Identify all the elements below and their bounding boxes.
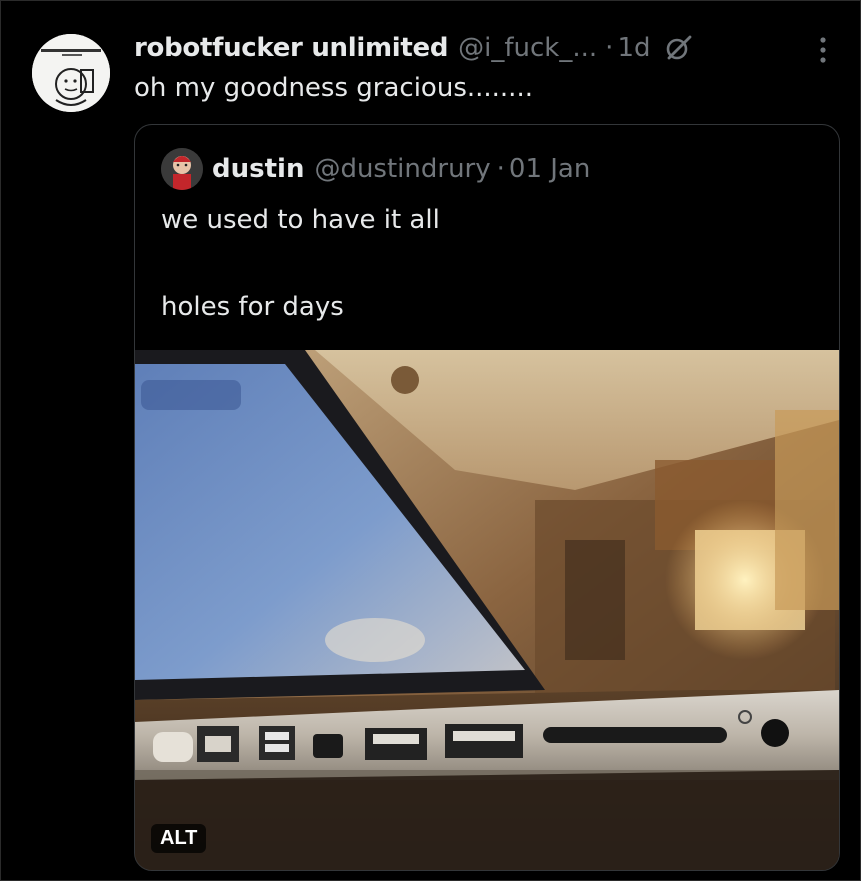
quoted-author-avatar[interactable] bbox=[161, 148, 203, 190]
author-avatar[interactable] bbox=[32, 34, 110, 112]
profile-photo-icon bbox=[161, 148, 203, 190]
author-handle[interactable]: @i_fuck_... bbox=[458, 33, 597, 63]
grok-icon[interactable] bbox=[664, 33, 694, 63]
separator-dot: · bbox=[496, 154, 505, 184]
post-timestamp[interactable]: 1d bbox=[617, 33, 650, 63]
quoted-author-display-name[interactable]: dustin bbox=[212, 154, 304, 184]
post-text: oh my goodness gracious........ bbox=[134, 73, 533, 103]
quoted-post-card[interactable]: dustin @dustindrury · 01 Jan we used to … bbox=[134, 124, 840, 871]
quoted-post-text-line-2: holes for days bbox=[161, 292, 344, 322]
post-header: robotfucker unlimited @i_fuck_... · 1d bbox=[134, 28, 694, 68]
quoted-post-text-line-1: we used to have it all bbox=[161, 205, 440, 235]
quoted-post-media[interactable]: ALT bbox=[135, 350, 839, 870]
tweet-frame: robotfucker unlimited @i_fuck_... · 1d o… bbox=[0, 0, 861, 881]
quoted-post-timestamp[interactable]: 01 Jan bbox=[509, 154, 590, 184]
more-options-icon[interactable] bbox=[813, 34, 833, 68]
separator-dot: · bbox=[605, 33, 614, 63]
quoted-author-handle[interactable]: @dustindrury bbox=[314, 154, 490, 184]
author-display-name[interactable]: robotfucker unlimited bbox=[134, 33, 448, 63]
quoted-post-header: dustin @dustindrury · 01 Jan bbox=[212, 151, 590, 187]
alt-text-button[interactable]: ALT bbox=[151, 824, 207, 853]
laptop-ports-photo-icon bbox=[135, 350, 839, 870]
cartoon-avatar-icon bbox=[32, 34, 110, 112]
